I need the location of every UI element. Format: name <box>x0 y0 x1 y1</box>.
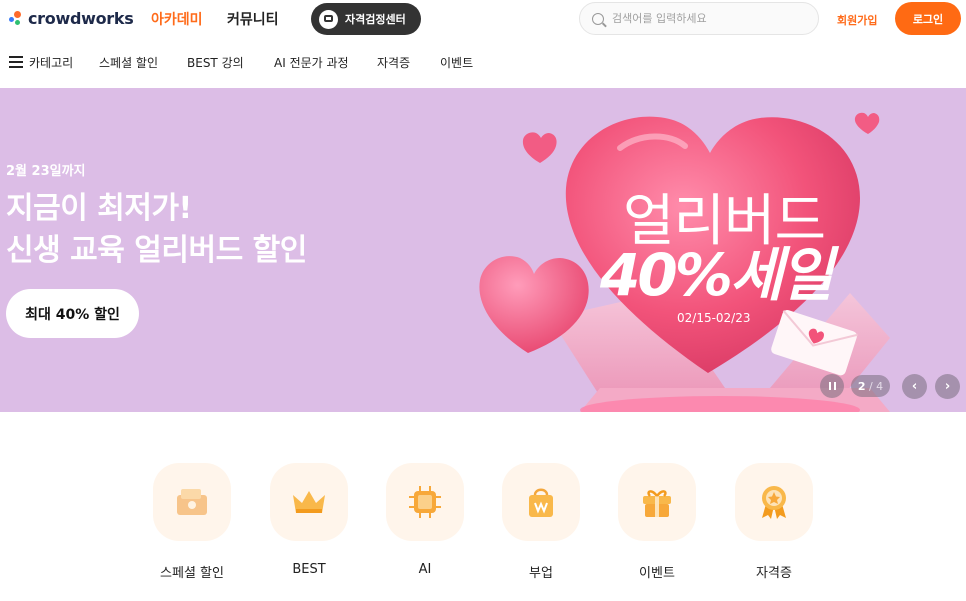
hero-date: 2월 23일까지 <box>6 164 86 179</box>
hero-title-line1: 지금이 최저가! <box>6 191 192 226</box>
nav-best-courses[interactable]: BEST 강의 <box>187 54 244 71</box>
carousel-pause-button[interactable] <box>820 374 844 398</box>
category-side-job[interactable]: 부업 <box>501 463 581 581</box>
gift-box-icon <box>643 490 671 517</box>
category-ai[interactable]: AI <box>385 463 465 577</box>
category-nav: 카테고리 스페셜 할인 BEST 강의 AI 전문가 과정 자격증 이벤트 <box>0 38 966 88</box>
nav-certificate[interactable]: 자격증 <box>377 54 410 71</box>
category-tile <box>618 463 696 541</box>
hamburger-menu-icon[interactable] <box>9 56 23 68</box>
gift-card-icon <box>177 489 207 515</box>
nav-community[interactable]: 커뮤니티 <box>227 9 279 29</box>
category-label: 부업 <box>529 566 553 581</box>
login-button[interactable]: 로그인 <box>895 2 961 35</box>
category-event[interactable]: 이벤트 <box>617 463 697 581</box>
category-label: 이벤트 <box>639 566 675 581</box>
carousel-prev-button[interactable]: ‹ <box>902 374 927 399</box>
category-label: 스페셜 할인 <box>160 566 224 581</box>
nav-category[interactable]: 카테고리 <box>29 54 73 71</box>
hero-cta-button[interactable]: 최대 40% 할인 <box>6 289 139 338</box>
category-tile <box>502 463 580 541</box>
top-header: crowdworks 아카데미 커뮤니티 자격검정센터 회원가입 로그인 <box>0 0 966 38</box>
ai-chip-icon <box>409 486 441 518</box>
nav-event[interactable]: 이벤트 <box>440 54 473 71</box>
logo-mark-icon <box>8 9 26 27</box>
category-best[interactable]: BEST <box>269 463 349 577</box>
heart-art-dates: 02/15-02/23 <box>677 311 751 325</box>
nav-academy[interactable]: 아카데미 <box>151 9 203 29</box>
hero-title: 지금이 최저가! 신생 교육 얼리버드 할인 <box>6 188 307 272</box>
category-tile <box>386 463 464 541</box>
category-label: AI <box>418 562 432 577</box>
category-tile <box>153 463 231 541</box>
category-special-discount[interactable]: 스페셜 할인 <box>152 463 232 581</box>
signup-link[interactable]: 회원가입 <box>837 12 877 28</box>
crowdworks-logo[interactable]: crowdworks <box>8 8 134 28</box>
search-box[interactable] <box>579 2 819 35</box>
search-input[interactable] <box>612 12 802 25</box>
nav-ai-expert[interactable]: AI 전문가 과정 <box>274 54 349 71</box>
crown-icon <box>293 491 325 513</box>
heart-art-line2: 40%세일 <box>600 241 834 309</box>
search-icon <box>592 12 604 25</box>
hero-banner[interactable]: 2월 23일까지 지금이 최저가! 신생 교육 얼리버드 할인 최대 40% 할… <box>0 88 966 412</box>
certificate-icon <box>319 9 338 29</box>
carousel-next-button[interactable]: › <box>935 374 960 399</box>
logo-text: crowdworks <box>28 8 134 28</box>
carousel-current-page: 2 <box>857 379 866 393</box>
cert-center-label: 자격검정센터 <box>345 13 406 26</box>
category-tile <box>270 463 348 541</box>
nav-special-discount[interactable]: 스페셜 할인 <box>99 54 158 71</box>
cert-center-button[interactable]: 자격검정센터 <box>311 3 421 35</box>
carousel-page-indicator: 2 / 4 <box>851 375 890 397</box>
category-tile <box>735 463 813 541</box>
carousel-total-pages: 4 <box>876 379 884 393</box>
hero-title-line2: 신생 교육 얼리버드 할인 <box>6 233 307 268</box>
shopping-bag-won-icon <box>529 488 553 517</box>
medal-icon <box>762 486 786 519</box>
category-label: BEST <box>292 562 326 577</box>
category-certificate[interactable]: 자격증 <box>734 463 814 581</box>
category-label: 자격증 <box>756 566 792 581</box>
